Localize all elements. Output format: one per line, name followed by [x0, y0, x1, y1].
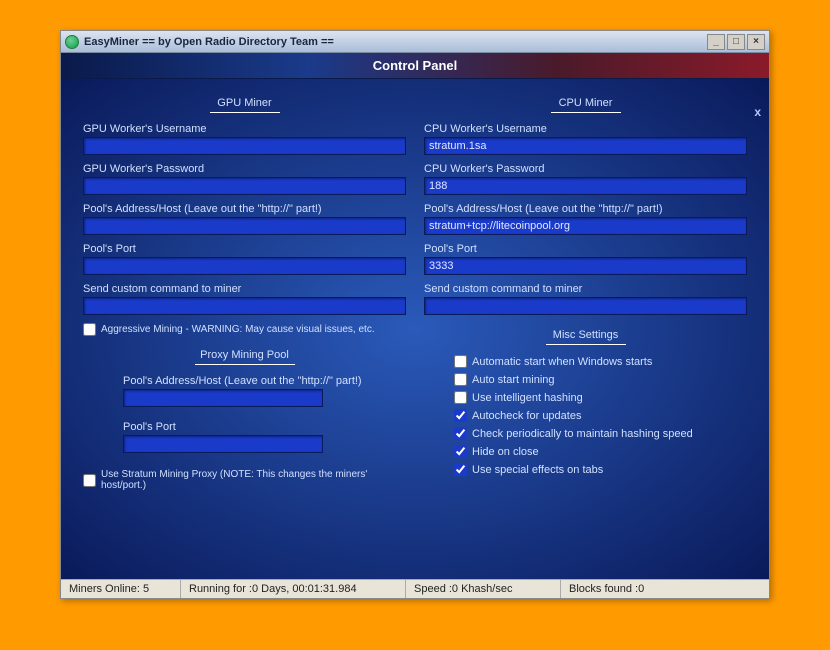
- cpu-password-input[interactable]: [424, 177, 747, 195]
- gpu-underline: [210, 112, 280, 113]
- cpu-password-label: CPU Worker's Password: [424, 163, 747, 175]
- stratum-proxy-checkbox[interactable]: [83, 474, 96, 487]
- cpu-custom-label: Send custom command to miner: [424, 283, 747, 295]
- misc-item-checkbox[interactable]: [454, 391, 467, 404]
- misc-section-title: Misc Settings: [424, 329, 747, 341]
- cpu-underline: [551, 112, 621, 113]
- misc-item-checkbox[interactable]: [454, 445, 467, 458]
- misc-item-row: Autocheck for updates: [454, 409, 747, 422]
- titlebar: EasyMiner == by Open Radio Directory Tea…: [61, 31, 769, 53]
- aggressive-mining-checkbox[interactable]: [83, 323, 96, 336]
- panel-header: Control Panel: [61, 53, 769, 79]
- app-window: EasyMiner == by Open Radio Directory Tea…: [60, 30, 770, 599]
- right-column: CPU Miner CPU Worker's Username CPU Work…: [424, 97, 747, 496]
- status-running: Running for :0 Days, 00:01:31.984: [181, 580, 406, 598]
- misc-item-label: Use intelligent hashing: [472, 392, 583, 404]
- cpu-section-title: CPU Miner: [424, 97, 747, 109]
- misc-item-row: Auto start mining: [454, 373, 747, 386]
- window-controls: _ □ ×: [707, 34, 765, 50]
- stratum-proxy-label: Use Stratum Mining Proxy (NOTE: This cha…: [101, 469, 406, 491]
- misc-item-row: Use intelligent hashing: [454, 391, 747, 404]
- proxy-port-label: Pool's Port: [123, 421, 406, 433]
- misc-settings-list: Automatic start when Windows starts Auto …: [424, 355, 747, 476]
- misc-item-label: Auto start mining: [472, 374, 555, 386]
- left-column: GPU Miner GPU Worker's Username GPU Work…: [83, 97, 406, 496]
- misc-item-checkbox[interactable]: [454, 409, 467, 422]
- misc-item-row: Hide on close: [454, 445, 747, 458]
- gpu-section-title: GPU Miner: [83, 97, 406, 109]
- gpu-port-input[interactable]: [83, 257, 406, 275]
- misc-item-row: Check periodically to maintain hashing s…: [454, 427, 747, 440]
- statusbar: Miners Online: 5 Running for :0 Days, 00…: [61, 579, 769, 598]
- misc-item-checkbox[interactable]: [454, 427, 467, 440]
- proxy-port-input[interactable]: [123, 435, 323, 453]
- stratum-proxy-row: Use Stratum Mining Proxy (NOTE: This cha…: [83, 469, 406, 491]
- maximize-button[interactable]: □: [727, 34, 745, 50]
- misc-item-checkbox[interactable]: [454, 373, 467, 386]
- gpu-username-label: GPU Worker's Username: [83, 123, 406, 135]
- panel-close-icon[interactable]: x: [754, 105, 761, 119]
- status-miners: Miners Online: 5: [61, 580, 181, 598]
- misc-item-checkbox[interactable]: [454, 355, 467, 368]
- proxy-section-title: Proxy Mining Pool: [83, 349, 406, 361]
- gpu-username-input[interactable]: [83, 137, 406, 155]
- app-icon: [65, 35, 79, 49]
- status-speed: Speed :0 Khash/sec: [406, 580, 561, 598]
- proxy-host-input[interactable]: [123, 389, 323, 407]
- cpu-port-input[interactable]: [424, 257, 747, 275]
- aggressive-mining-row: Aggressive Mining - WARNING: May cause v…: [83, 323, 406, 336]
- minimize-button[interactable]: _: [707, 34, 725, 50]
- misc-item-label: Check periodically to maintain hashing s…: [472, 428, 693, 440]
- misc-item-label: Autocheck for updates: [472, 410, 581, 422]
- window-title: EasyMiner == by Open Radio Directory Tea…: [84, 36, 707, 48]
- aggressive-mining-label: Aggressive Mining - WARNING: May cause v…: [101, 324, 375, 335]
- panel-body: x GPU Miner GPU Worker's Username GPU Wo…: [61, 79, 769, 579]
- cpu-host-input[interactable]: [424, 217, 747, 235]
- gpu-password-label: GPU Worker's Password: [83, 163, 406, 175]
- cpu-host-label: Pool's Address/Host (Leave out the "http…: [424, 203, 747, 215]
- close-button[interactable]: ×: [747, 34, 765, 50]
- gpu-custom-label: Send custom command to miner: [83, 283, 406, 295]
- misc-item-label: Automatic start when Windows starts: [472, 356, 652, 368]
- misc-item-label: Use special effects on tabs: [472, 464, 603, 476]
- cpu-username-label: CPU Worker's Username: [424, 123, 747, 135]
- cpu-custom-input[interactable]: [424, 297, 747, 315]
- misc-item-checkbox[interactable]: [454, 463, 467, 476]
- misc-item-label: Hide on close: [472, 446, 539, 458]
- cpu-port-label: Pool's Port: [424, 243, 747, 255]
- status-blocks: Blocks found :0: [561, 580, 769, 598]
- gpu-port-label: Pool's Port: [83, 243, 406, 255]
- misc-item-row: Use special effects on tabs: [454, 463, 747, 476]
- gpu-password-input[interactable]: [83, 177, 406, 195]
- proxy-underline: [195, 364, 295, 365]
- gpu-custom-input[interactable]: [83, 297, 406, 315]
- gpu-host-label: Pool's Address/Host (Leave out the "http…: [83, 203, 406, 215]
- panel-title: Control Panel: [373, 58, 458, 73]
- misc-item-row: Automatic start when Windows starts: [454, 355, 747, 368]
- misc-underline: [546, 344, 626, 345]
- cpu-username-input[interactable]: [424, 137, 747, 155]
- gpu-host-input[interactable]: [83, 217, 406, 235]
- proxy-host-label: Pool's Address/Host (Leave out the "http…: [123, 375, 406, 387]
